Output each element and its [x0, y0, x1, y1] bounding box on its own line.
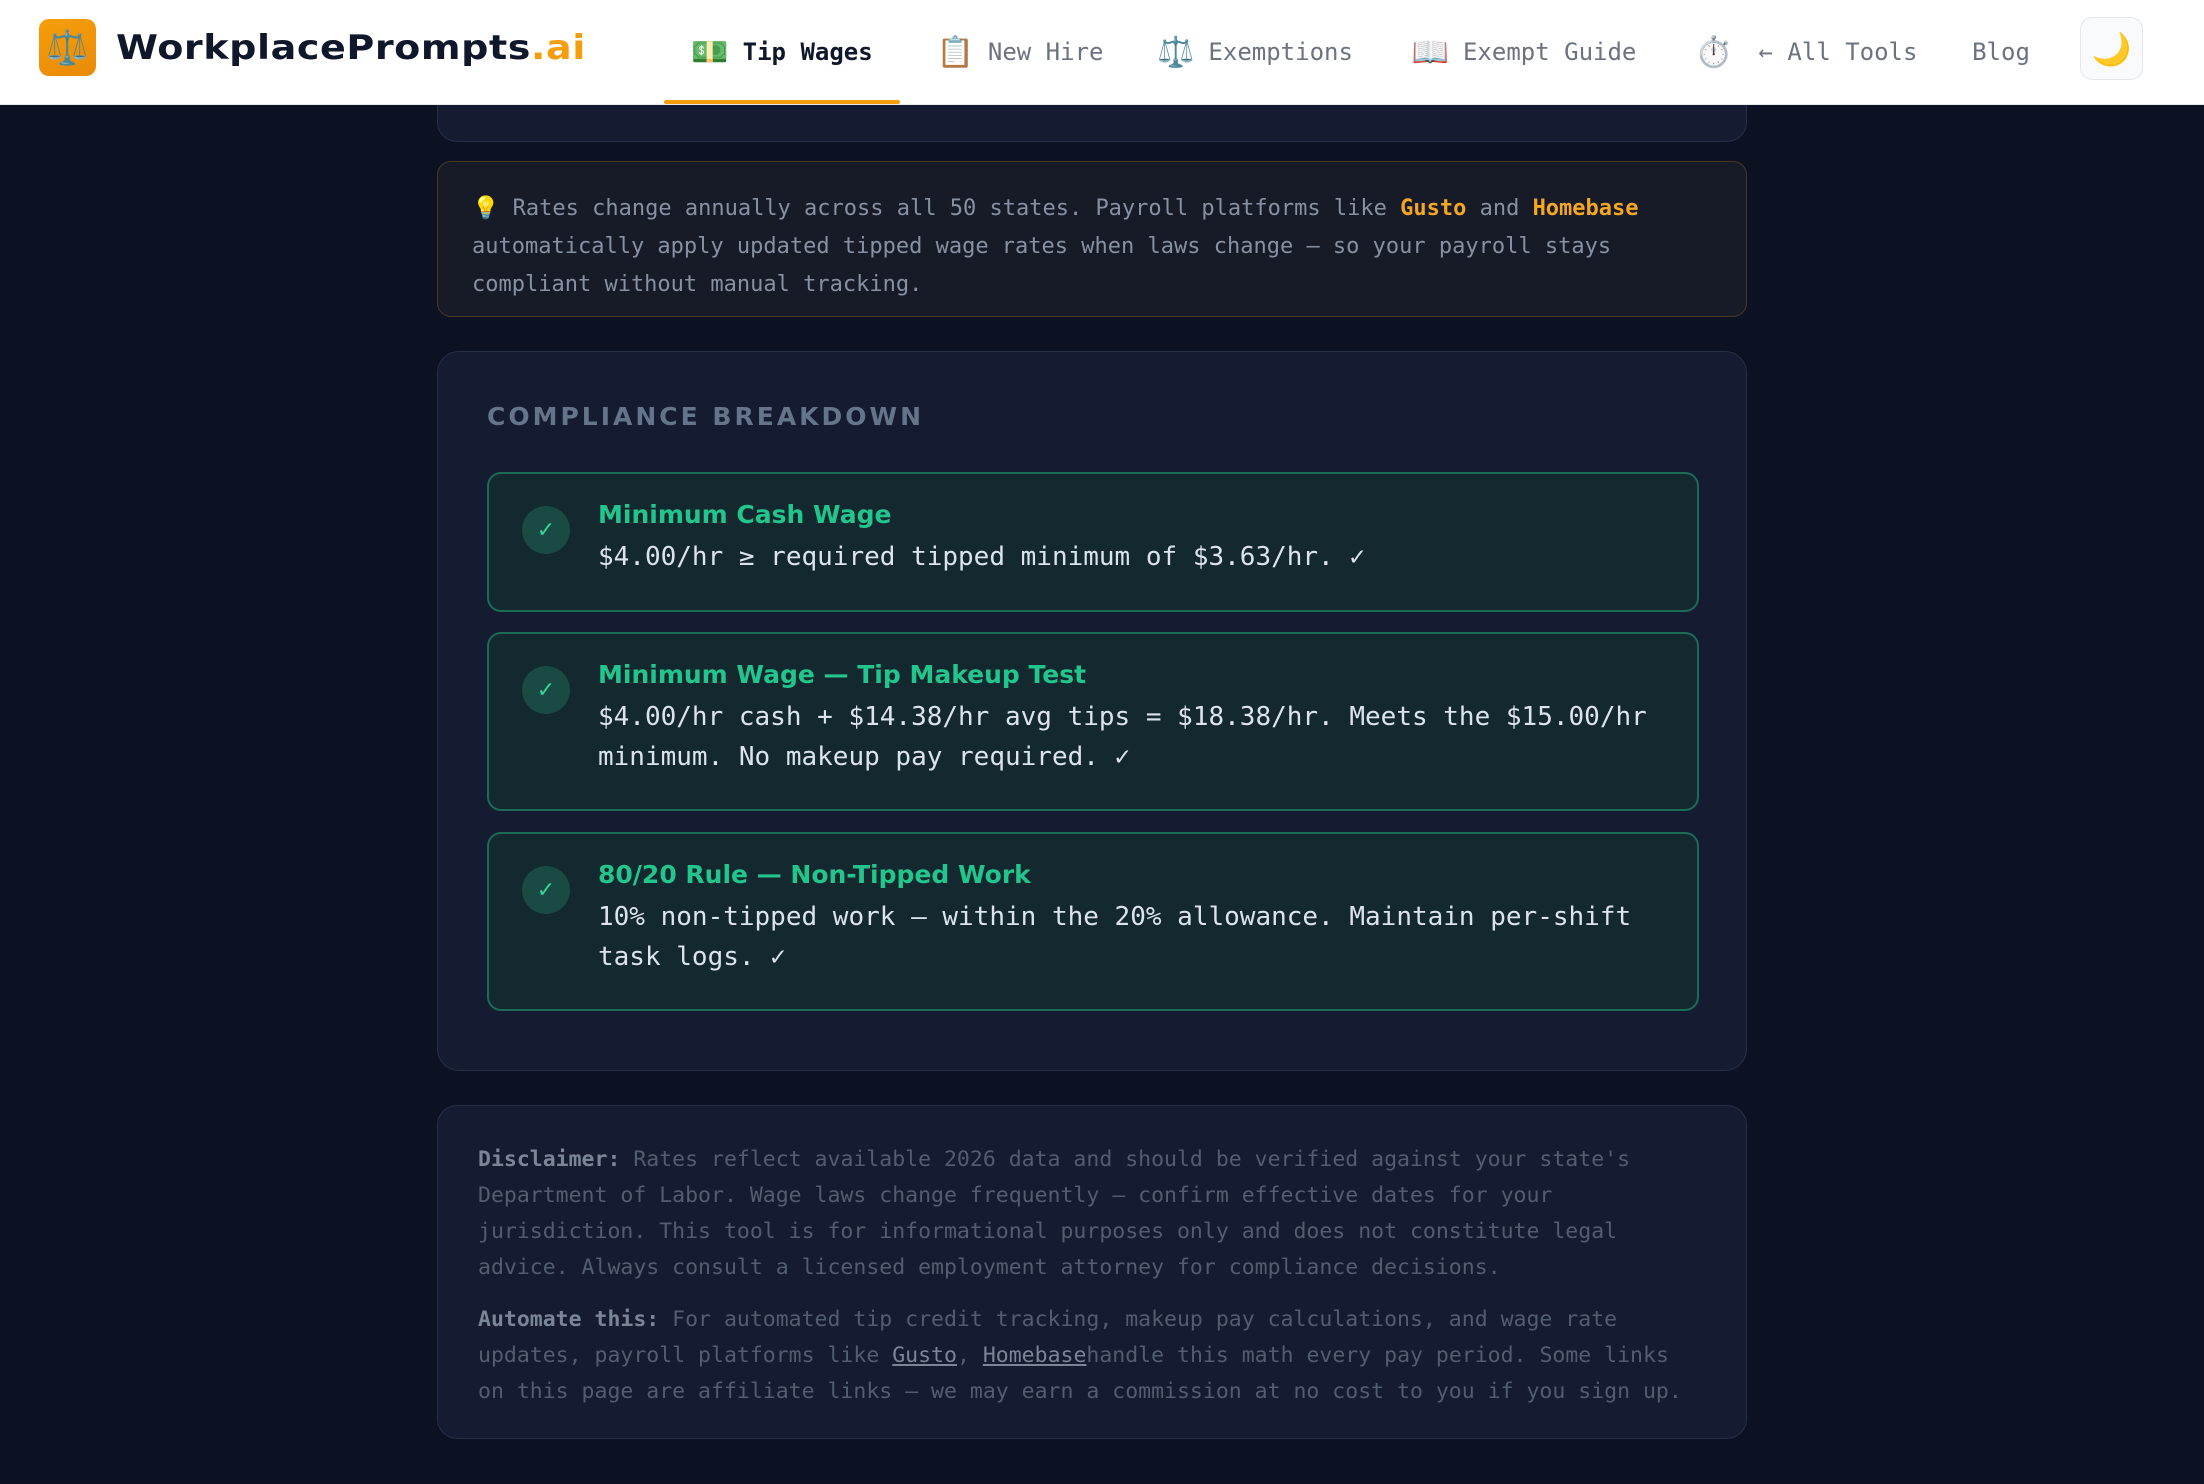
scales-icon: ⚖️ — [1157, 34, 1195, 70]
homebase-affiliate-link[interactable]: Homebase — [983, 1343, 1087, 1368]
lightbulb-icon: 💡 — [472, 196, 500, 221]
automate-label: Automate this: — [478, 1307, 660, 1332]
payroll-tip-box: 💡 Rates change annually across all 50 st… — [437, 161, 1747, 317]
homebase-link[interactable]: Homebase — [1533, 196, 1639, 221]
check-item-80-20-rule: ✓ 80/20 Rule — Non-Tipped Work 10% non-t… — [487, 832, 1699, 1011]
tip-text-mid: and — [1466, 196, 1533, 221]
check-item-tip-makeup-test: ✓ Minimum Wage — Tip Makeup Test $4.00/h… — [487, 632, 1699, 811]
nav-exempt-guide-label: Exempt Guide — [1462, 38, 1637, 66]
compliance-breakdown-card: COMPLIANCE BREAKDOWN ✓ Minimum Cash Wage… — [437, 351, 1747, 1071]
check-title: 80/20 Rule — Non-Tipped Work — [598, 860, 1031, 889]
check-title: Minimum Wage — Tip Makeup Test — [598, 660, 1087, 689]
check-icon: ✓ — [522, 866, 570, 914]
gusto-link[interactable]: Gusto — [1400, 196, 1466, 221]
nav-exemptions-label: Exemptions — [1208, 38, 1353, 66]
nav-blog-label: Blog — [1972, 38, 2030, 66]
nav-all-tools[interactable]: ← All Tools — [1752, 0, 1924, 104]
nav-blog[interactable]: Blog — [1966, 0, 2036, 104]
theme-toggle-button[interactable]: 🌙 — [2080, 17, 2143, 80]
money-icon: 💵 — [691, 34, 729, 70]
tip-text-after: automatically apply updated tipped wage … — [472, 234, 1612, 297]
scales-logo-icon[interactable]: ⚖️ — [39, 19, 96, 76]
nav-timer[interactable]: ⏱️ — [1690, 0, 1738, 104]
check-title: Minimum Cash Wage — [598, 500, 892, 529]
brand-accent: .ai — [530, 28, 586, 68]
book-icon: 📖 — [1411, 34, 1449, 70]
disclaimer-text: Rates reflect available 2026 data and sh… — [478, 1147, 1631, 1280]
gusto-affiliate-link[interactable]: Gusto — [892, 1343, 957, 1368]
nav-exempt-guide[interactable]: 📖 Exempt Guide — [1404, 0, 1644, 104]
tip-text-before: Rates change annually across all 50 stat… — [512, 196, 1401, 221]
nav-tip-wages[interactable]: 💵 Tip Wages — [664, 0, 900, 104]
nav-new-hire[interactable]: 📋 New Hire — [920, 0, 1120, 104]
disclaimer-paragraph: Disclaimer: Rates reflect available 2026… — [478, 1142, 1706, 1286]
nav-new-hire-label: New Hire — [987, 38, 1104, 66]
clipboard-icon: 📋 — [936, 34, 974, 70]
automate-sep: , — [956, 1343, 983, 1368]
stopwatch-icon: ⏱️ — [1695, 34, 1733, 70]
check-icon: ✓ — [522, 506, 570, 554]
nav-exemptions[interactable]: ⚖️ Exemptions — [1150, 0, 1360, 104]
brand-main: WorkplacePrompts — [116, 28, 531, 68]
brand-name[interactable]: WorkplacePrompts .ai — [116, 26, 586, 70]
check-body: $4.00/hr ≥ required tipped minimum of $3… — [598, 542, 1366, 572]
check-body: $4.00/hr cash + $14.38/hr avg tips = $18… — [598, 702, 1647, 772]
top-navigation-bar: ⚖️ WorkplacePrompts .ai 💵 Tip Wages 📋 New… — [0, 0, 2204, 105]
automate-paragraph: Automate this: For automated tip credit … — [478, 1302, 1706, 1410]
nav-all-tools-label: ← All Tools — [1758, 38, 1918, 66]
moon-icon: 🌙 — [2091, 29, 2132, 68]
nav-tip-wages-label: Tip Wages — [742, 38, 873, 66]
check-item-min-cash-wage: ✓ Minimum Cash Wage $4.00/hr ≥ required … — [487, 472, 1699, 612]
disclaimer-card: Disclaimer: Rates reflect available 2026… — [437, 1105, 1747, 1439]
breakdown-title: COMPLIANCE BREAKDOWN — [487, 402, 925, 431]
disclaimer-label: Disclaimer: — [478, 1147, 621, 1172]
check-body: 10% non-tipped work — within the 20% all… — [598, 902, 1632, 972]
check-icon: ✓ — [522, 666, 570, 714]
